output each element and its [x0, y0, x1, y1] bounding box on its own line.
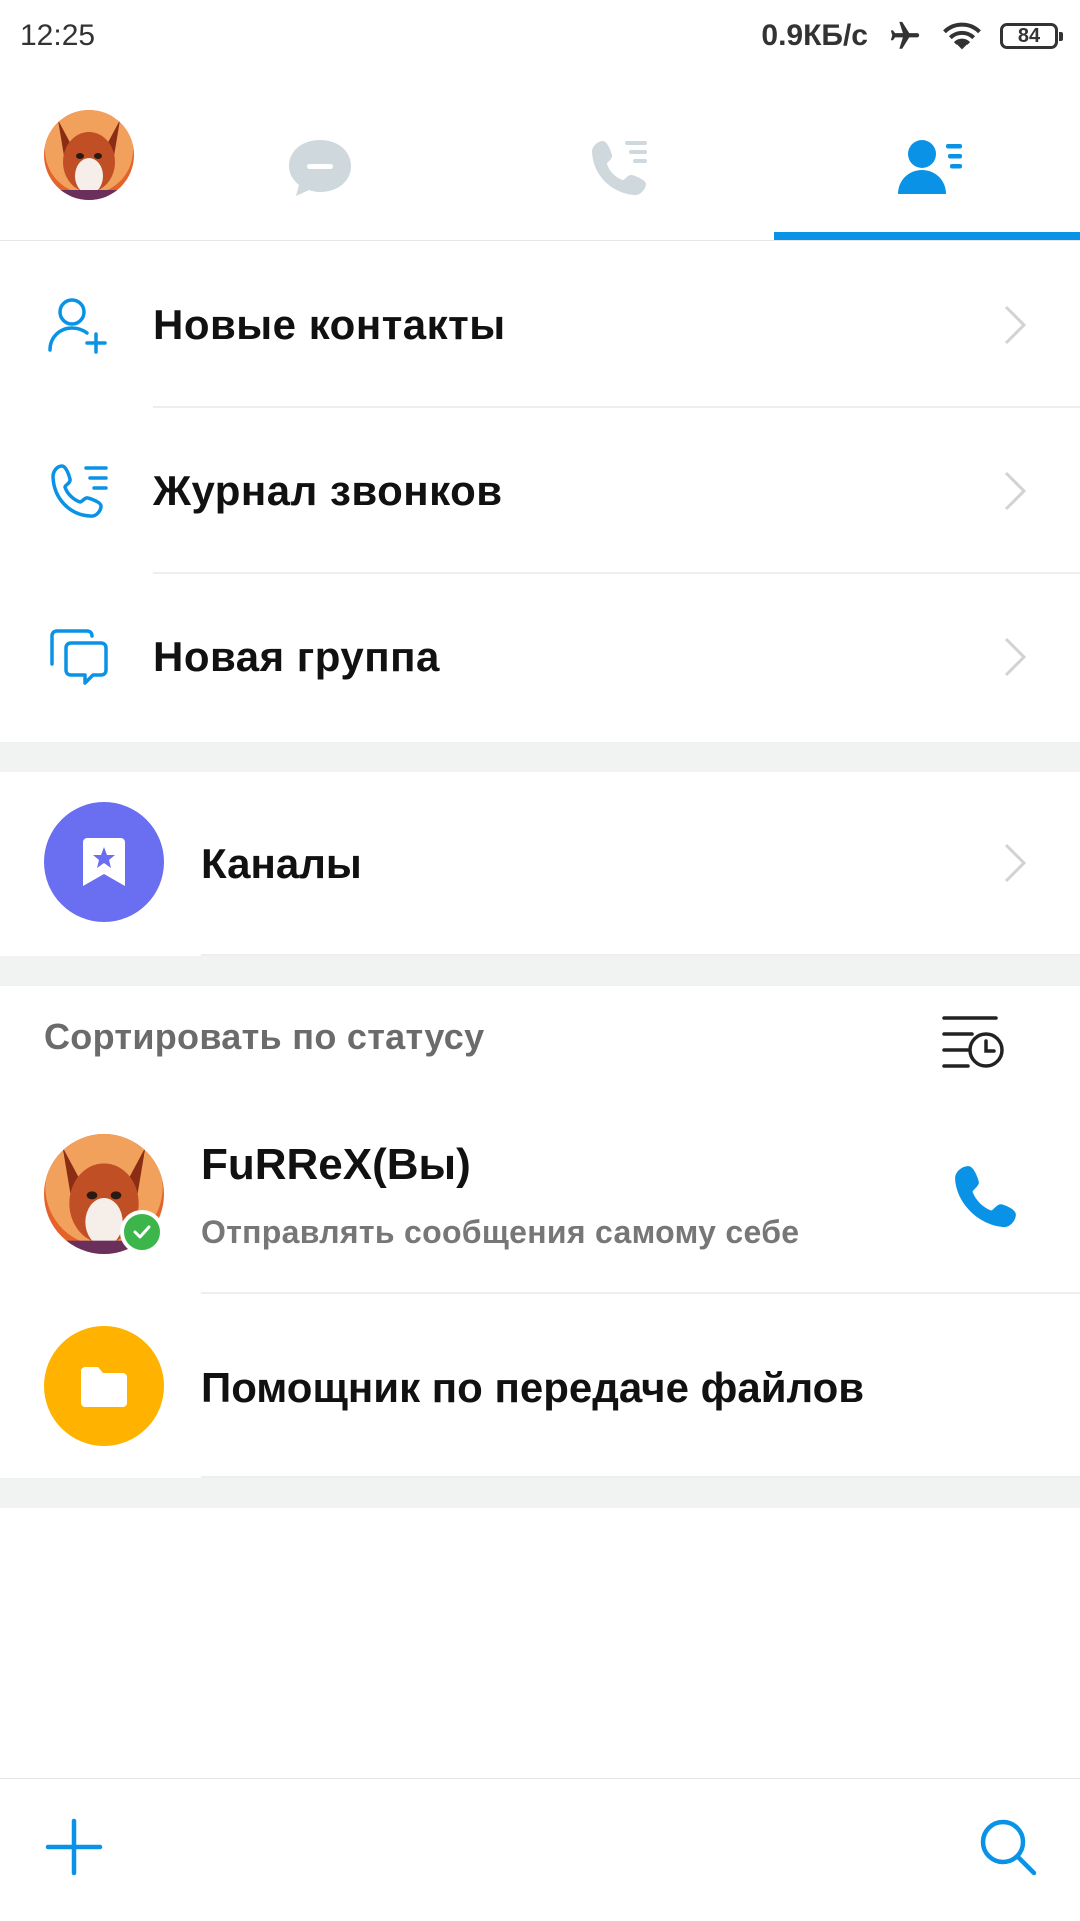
channels-avatar — [44, 802, 164, 922]
menu-item-new-group[interactable]: Новая группа — [0, 574, 1080, 740]
search-icon[interactable] — [976, 1815, 1040, 1879]
contacts-icon — [898, 140, 962, 194]
plus-icon[interactable] — [42, 1815, 106, 1879]
fox-avatar-image — [44, 110, 134, 200]
new-group-icon — [50, 629, 108, 685]
file-assistant-avatar[interactable] — [44, 1326, 164, 1446]
chevron-right-icon — [1004, 843, 1027, 883]
menu-item-new-contacts[interactable]: Новые контакты — [0, 242, 1080, 408]
sort-by-status-label: Сортировать по статусу — [44, 1016, 485, 1057]
divider — [201, 1292, 1080, 1294]
active-tab-indicator — [774, 232, 1080, 240]
menu-item-call-log[interactable]: Журнал звонков — [0, 408, 1080, 574]
menu-item-label: Журнал звонков — [153, 467, 503, 514]
contact-name[interactable]: FuRReX(Вы) — [201, 1140, 471, 1190]
chat-bubble-icon — [289, 140, 351, 196]
folder-icon — [81, 1367, 127, 1407]
add-contact-icon — [48, 298, 107, 354]
network-speed: 0.9КБ/с — [761, 19, 868, 52]
top-navigation — [0, 96, 1080, 241]
profile-avatar[interactable] — [44, 110, 134, 200]
bottom-bar — [0, 1778, 1080, 1921]
battery-level: 84 — [1017, 24, 1041, 47]
chevron-right-icon — [1004, 471, 1027, 511]
menu-item-label: Новые контакты — [153, 301, 506, 348]
status-indicators: 0.9КБ/с 84 — [761, 19, 1063, 53]
tab-chats[interactable] — [200, 96, 440, 240]
battery-indicator: 84 — [1000, 23, 1063, 49]
status-bar: 12:25 0.9КБ/с 84 — [0, 0, 1080, 72]
contact-name[interactable]: Помощник по передаче файлов — [201, 1364, 864, 1412]
wifi-icon — [943, 22, 981, 50]
channels-label: Каналы — [201, 840, 362, 887]
menu-item-channels[interactable]: Каналы — [0, 772, 1080, 954]
phone-call-icon[interactable] — [952, 1160, 1020, 1228]
section-separator — [0, 742, 1080, 772]
sort-clock-icon[interactable] — [940, 1012, 1006, 1072]
section-separator — [0, 956, 1080, 986]
check-icon — [133, 1225, 151, 1239]
section-separator — [0, 1478, 1080, 1508]
tab-contacts[interactable] — [810, 96, 1050, 240]
status-time: 12:25 — [20, 19, 96, 52]
call-log-icon — [51, 464, 108, 518]
online-status-badge — [120, 1210, 164, 1254]
airplane-icon — [890, 21, 920, 49]
chevron-right-icon — [1004, 305, 1027, 345]
chevron-right-icon — [1004, 637, 1027, 677]
call-log-icon — [592, 141, 647, 196]
tab-calls[interactable] — [500, 96, 740, 240]
menu-item-label: Новая группа — [153, 633, 440, 680]
bookmark-star-icon — [83, 838, 125, 886]
contact-subtitle: Отправлять сообщения самому себе — [201, 1214, 800, 1250]
